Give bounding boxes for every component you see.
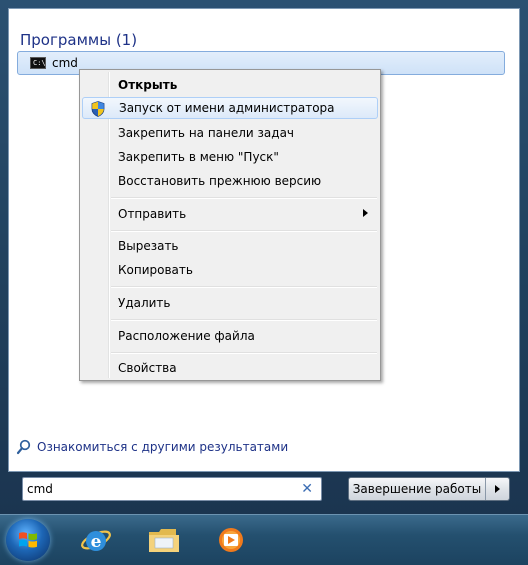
menu-item-pin-start[interactable]: Закрепить в меню "Пуск" (82, 146, 378, 168)
clear-icon[interactable]: ✕ (301, 481, 313, 497)
start-menu: Программы (1) C:\ cmd Открыть Запуск от … (0, 0, 528, 514)
menu-separator (111, 352, 377, 354)
menu-item-delete-label: Удалить (118, 296, 171, 310)
shutdown-button-group: Завершение работы (348, 477, 510, 501)
menu-item-properties-label: Свойства (118, 361, 177, 375)
cmd-icon: C:\ (30, 57, 46, 69)
menu-item-send-to[interactable]: Отправить (82, 203, 378, 225)
menu-item-file-location[interactable]: Расположение файла (82, 325, 378, 347)
search-input[interactable] (27, 480, 297, 498)
menu-item-open-label: Открыть (118, 78, 178, 92)
menu-separator (111, 319, 377, 321)
windows-start-icon (19, 532, 37, 548)
menu-item-open[interactable]: Открыть (82, 74, 378, 96)
uac-shield-icon (91, 101, 105, 117)
media-player-icon[interactable] (214, 523, 250, 557)
programs-section-title: Программы (1) (20, 31, 138, 49)
internet-explorer-icon[interactable]: e (78, 523, 114, 557)
menu-item-run-as-admin-label: Запуск от имени администратора (119, 101, 335, 115)
menu-separator (111, 230, 377, 232)
menu-item-copy[interactable]: Копировать (82, 259, 378, 281)
taskbar: e (0, 514, 528, 565)
menu-item-pin-start-label: Закрепить в меню "Пуск" (118, 150, 279, 164)
search-box[interactable]: ✕ (22, 477, 322, 501)
context-menu: Открыть Запуск от имени администратора З… (79, 69, 381, 381)
more-results-link[interactable]: Ознакомиться с другими результатами (16, 439, 288, 455)
menu-item-properties[interactable]: Свойства (82, 357, 378, 379)
more-results-label: Ознакомиться с другими результатами (37, 440, 289, 454)
shutdown-options-button[interactable] (486, 478, 509, 500)
program-result-label: cmd (52, 56, 78, 70)
chevron-right-icon (495, 485, 500, 493)
start-button[interactable] (6, 519, 50, 561)
menu-item-copy-label: Копировать (118, 263, 193, 277)
menu-item-delete[interactable]: Удалить (82, 292, 378, 314)
menu-item-pin-taskbar[interactable]: Закрепить на панели задач (82, 122, 378, 144)
shutdown-button[interactable]: Завершение работы (349, 478, 486, 500)
menu-separator (111, 286, 377, 288)
menu-item-file-location-label: Расположение файла (118, 329, 255, 343)
menu-separator (111, 197, 377, 199)
menu-item-pin-taskbar-label: Закрепить на панели задач (118, 126, 295, 140)
menu-item-cut[interactable]: Вырезать (82, 235, 378, 257)
folder-icon[interactable] (146, 523, 182, 557)
menu-item-run-as-admin[interactable]: Запуск от имени администратора (82, 97, 378, 119)
svg-text:e: e (91, 532, 102, 552)
menu-item-send-to-label: Отправить (118, 207, 187, 221)
menu-item-restore-previous-label: Восстановить прежнюю версию (118, 174, 322, 188)
menu-item-cut-label: Вырезать (118, 239, 179, 253)
submenu-arrow-icon (363, 209, 368, 217)
menu-item-restore-previous[interactable]: Восстановить прежнюю версию (82, 170, 378, 192)
search-icon (16, 439, 31, 455)
